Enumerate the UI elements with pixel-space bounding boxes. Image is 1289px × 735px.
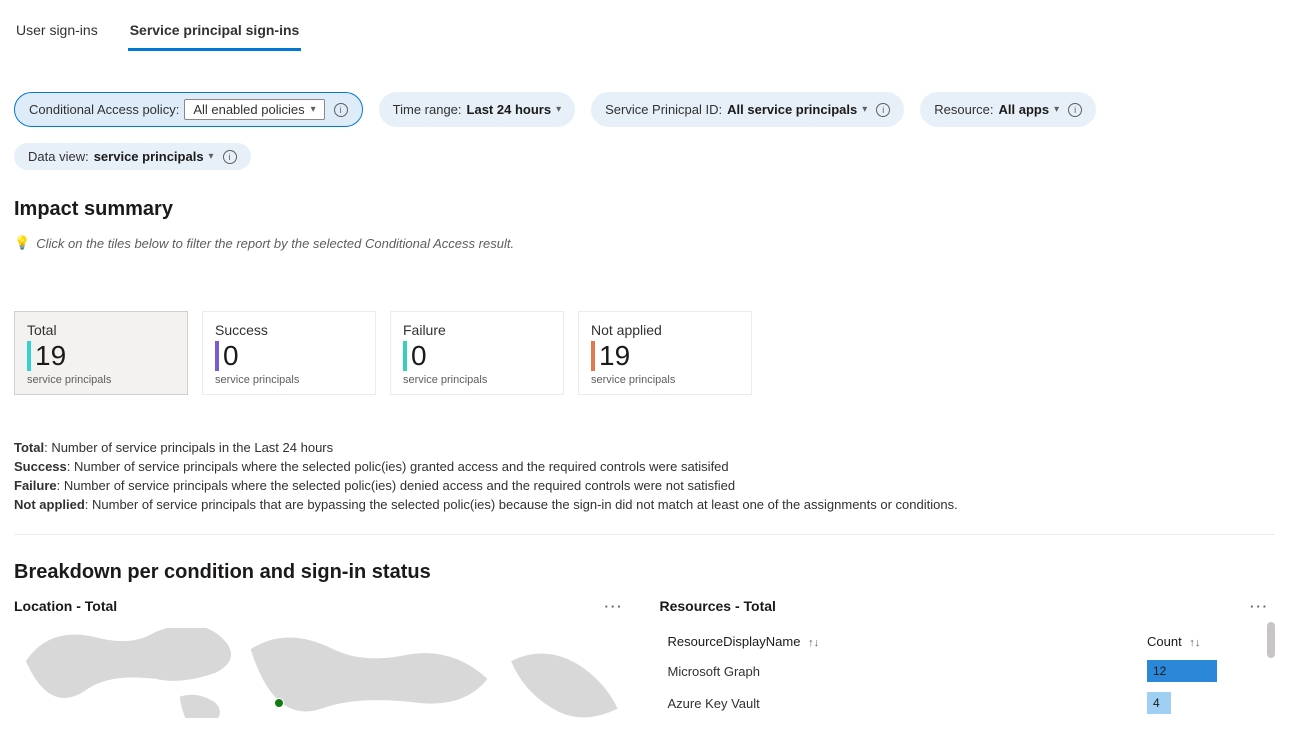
count-bar: 12: [1147, 660, 1217, 682]
tile-na-bar: [591, 341, 595, 371]
table-row[interactable]: Microsoft Graph12: [660, 655, 1276, 687]
tile-na-value: 19: [599, 340, 630, 372]
info-icon[interactable]: i: [334, 103, 348, 117]
tile-failure-bar: [403, 341, 407, 371]
tab-user-signins[interactable]: User sign-ins: [14, 16, 100, 51]
impact-hint: 💡 Click on the tiles below to filter the…: [14, 235, 1275, 251]
count-bar: 4: [1147, 692, 1171, 714]
filter-time-value: Last 24 hours: [467, 102, 552, 117]
filter-time-range[interactable]: Time range: Last 24 hours ▾: [379, 92, 575, 127]
tile-failure-value: 0: [411, 340, 427, 372]
tile-success-sub: service principals: [215, 374, 363, 386]
panel-location-menu[interactable]: ···: [599, 599, 630, 614]
info-icon[interactable]: i: [1068, 103, 1082, 117]
tile-failure-sub: service principals: [403, 374, 551, 386]
chevron-down-icon: ▾: [311, 104, 316, 115]
def-na-b: Not applied: [14, 497, 85, 512]
col-count[interactable]: Count ↑↓: [1147, 634, 1267, 649]
filter-resource[interactable]: Resource: All apps ▾ i: [920, 92, 1096, 127]
panel-resources-title: Resources - Total: [660, 598, 776, 614]
tile-success-bar: [215, 341, 219, 371]
def-total-t: : Number of service principals in the La…: [44, 440, 333, 455]
sort-icon: ↑↓: [808, 637, 819, 649]
table-row[interactable]: Azure Key Vault4: [660, 687, 1276, 719]
filter-conditional-access-policy[interactable]: Conditional Access policy: All enabled p…: [14, 92, 363, 127]
tile-total-bar: [27, 341, 31, 371]
scrollbar[interactable]: [1267, 622, 1275, 658]
breakdown-title: Breakdown per condition and sign-in stat…: [14, 561, 1275, 584]
filter-ca-value: All enabled policies: [193, 102, 304, 117]
filter-resource-label: Resource:: [934, 102, 993, 117]
tile-na-sub: service principals: [591, 374, 739, 386]
tile-total-sub: service principals: [27, 374, 175, 386]
impact-hint-text: Click on the tiles below to filter the r…: [36, 236, 514, 251]
filter-sp-label: Service Prinicpal ID:: [605, 102, 722, 117]
divider: [14, 534, 1275, 535]
tile-success-label: Success: [215, 322, 363, 338]
filter-sp-value: All service principals: [727, 102, 857, 117]
panel-resources: Resources - Total ··· ResourceDisplayNam…: [660, 598, 1276, 719]
filter-bar: Conditional Access policy: All enabled p…: [14, 92, 1275, 170]
filter-ca-label: Conditional Access policy:: [29, 102, 179, 117]
chevron-down-icon: ▾: [556, 104, 561, 115]
def-failure-t: : Number of service principals where the…: [57, 478, 736, 493]
chevron-down-icon: ▾: [862, 104, 867, 115]
def-total-b: Total: [14, 440, 44, 455]
def-success-b: Success: [14, 459, 67, 474]
resources-table: ResourceDisplayName ↑↓ Count ↑↓ Microsof…: [660, 628, 1276, 719]
panel-location-title: Location - Total: [14, 598, 117, 614]
info-icon[interactable]: i: [223, 150, 237, 164]
sort-icon: ↑↓: [1189, 637, 1200, 649]
filter-service-principal-id[interactable]: Service Prinicpal ID: All service princi…: [591, 92, 904, 127]
panel-resources-menu[interactable]: ···: [1244, 599, 1275, 614]
tile-not-applied[interactable]: Not applied 19 service principals: [578, 311, 752, 395]
tile-total-value: 19: [35, 340, 66, 372]
tile-success[interactable]: Success 0 service principals: [202, 311, 376, 395]
world-map[interactable]: [14, 628, 630, 718]
chevron-down-icon: ▾: [1054, 104, 1059, 115]
tile-total[interactable]: Total 19 service principals: [14, 311, 188, 395]
filter-dataview-label: Data view:: [28, 149, 89, 164]
filter-ca-select[interactable]: All enabled policies ▾: [184, 99, 324, 120]
filter-resource-value: All apps: [999, 102, 1050, 117]
tile-failure-label: Failure: [403, 322, 551, 338]
info-icon[interactable]: i: [876, 103, 890, 117]
filter-data-view[interactable]: Data view: service principals ▾ i: [14, 143, 251, 170]
def-success-t: : Number of service principals where the…: [67, 459, 729, 474]
impact-tiles: Total 19 service principals Success 0 se…: [14, 311, 1275, 395]
lightbulb-icon: 💡: [14, 235, 30, 251]
chevron-down-icon: ▾: [209, 151, 214, 162]
panel-location: Location - Total ···: [14, 598, 630, 719]
resources-table-header: ResourceDisplayName ↑↓ Count ↑↓: [660, 628, 1276, 655]
filter-time-label: Time range:: [393, 102, 462, 117]
tab-service-principal-signins[interactable]: Service principal sign-ins: [128, 16, 302, 51]
tile-success-value: 0: [223, 340, 239, 372]
filter-dataview-value: service principals: [94, 149, 204, 164]
tile-failure[interactable]: Failure 0 service principals: [390, 311, 564, 395]
breakdown-panels: Location - Total ··· Resources - Total ·…: [14, 598, 1275, 719]
tile-total-label: Total: [27, 322, 175, 338]
impact-summary-title: Impact summary: [14, 198, 1275, 221]
col-resource-name[interactable]: ResourceDisplayName ↑↓: [668, 634, 1148, 649]
resource-name: Azure Key Vault: [668, 696, 1148, 711]
signin-tabs: User sign-ins Service principal sign-ins: [14, 16, 1275, 52]
tile-na-label: Not applied: [591, 322, 739, 338]
def-failure-b: Failure: [14, 478, 57, 493]
def-na-t: : Number of service principals that are …: [85, 497, 958, 512]
definitions-block: Total: Number of service principals in t…: [14, 439, 1275, 514]
resource-name: Microsoft Graph: [668, 664, 1148, 679]
